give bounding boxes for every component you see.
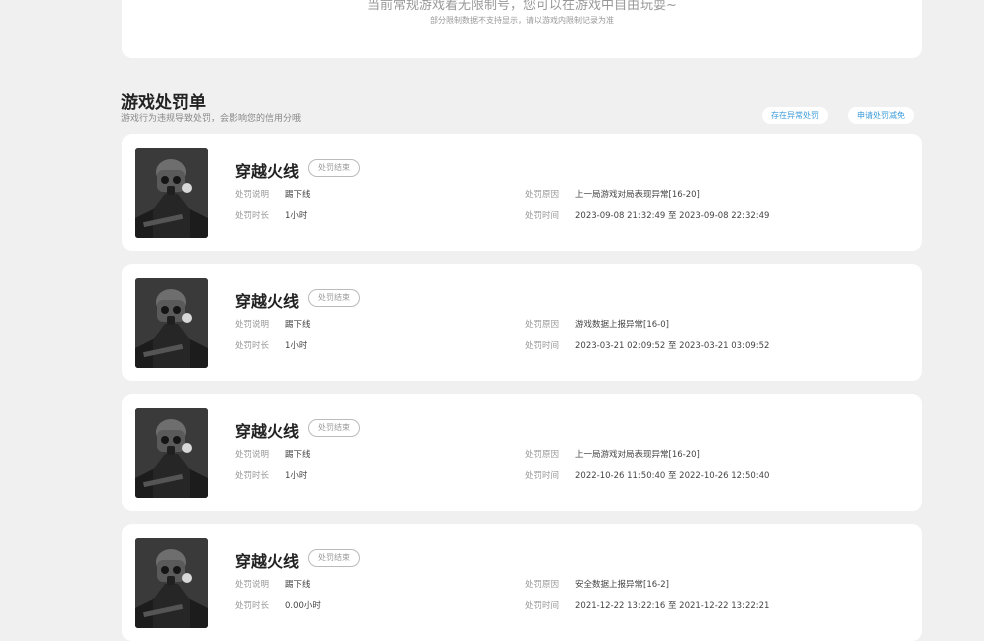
section-subtitle: 游戏行为违规导致处罚，会影响您的信用分哦 (121, 114, 302, 124)
penalty-card: 穿越火线 处罚结束 处罚说明 踢下线 处罚时长 1小时 处罚原因 游戏数据上报异常[1… (122, 264, 922, 381)
penalty-card: 穿越火线 处罚结束 处罚说明 踢下线 处罚时长 0.00小时 处罚原因 安全数据上报异… (122, 524, 922, 641)
status-message: 当前常规游戏着无限制号，您可以在游戏中自由玩耍~ (367, 0, 677, 13)
penalty-desc-value: 踢下线 (285, 580, 311, 590)
abnormal-penalty-button[interactable]: 存在异常处罚 (762, 107, 828, 124)
penalty-desc-label: 处罚说明 (235, 190, 270, 200)
penalty-time-value: 2022-10-26 11:50:40 至 2022-10-26 12:50:4… (575, 471, 770, 481)
penalty-time-value: 2023-03-21 02:09:52 至 2023-03-21 03:09:5… (575, 341, 770, 351)
game-name: 穿越火线 (235, 162, 300, 181)
appeal-penalty-button[interactable]: 申请处罚减免 (848, 107, 914, 124)
penalty-time-label: 处罚时间 (525, 341, 560, 351)
penalty-duration-row: 处罚时长 0.00小时 (235, 599, 321, 611)
penalty-desc-row: 处罚说明 踢下线 (235, 188, 311, 200)
section-title: 游戏处罚单 (121, 93, 206, 113)
penalty-desc-row: 处罚说明 踢下线 (235, 318, 311, 330)
game-thumbnail (135, 148, 208, 238)
status-badge: 处罚结束 (308, 289, 360, 307)
status-badge: 处罚结束 (308, 159, 360, 177)
penalty-reason-row: 处罚原因 上一局游戏对局表现异常[16-20] (525, 448, 700, 460)
status-badge: 处罚结束 (308, 419, 360, 437)
penalty-time-row: 处罚时间 2022-10-26 11:50:40 至 2022-10-26 12:… (525, 469, 769, 481)
penalty-reason-label: 处罚原因 (525, 320, 560, 330)
penalty-duration-row: 处罚时长 1小时 (235, 339, 307, 351)
penalty-duration-label: 处罚时长 (235, 601, 270, 611)
penalty-desc-value: 踢下线 (285, 190, 311, 200)
penalty-duration-value: 1小时 (285, 341, 308, 351)
game-name: 穿越火线 (235, 422, 300, 441)
penalty-desc-value: 踢下线 (285, 320, 311, 330)
game-name: 穿越火线 (235, 292, 300, 311)
penalty-reason-row: 处罚原因 安全数据上报异常[16-2] (525, 578, 669, 590)
penalty-duration-label: 处罚时长 (235, 341, 270, 351)
penalty-card: 穿越火线 处罚结束 处罚说明 踢下线 处罚时长 1小时 处罚原因 上一局游戏对局表现异… (122, 134, 922, 251)
penalty-duration-row: 处罚时长 1小时 (235, 209, 307, 221)
penalty-reason-label: 处罚原因 (525, 580, 560, 590)
penalty-time-label: 处罚时间 (525, 471, 560, 481)
penalty-card: 穿越火线 处罚结束 处罚说明 踢下线 处罚时长 1小时 处罚原因 上一局游戏对局表现异… (122, 394, 922, 511)
penalty-reason-label: 处罚原因 (525, 450, 560, 460)
penalty-reason-row: 处罚原因 游戏数据上报异常[16-0] (525, 318, 669, 330)
penalty-desc-row: 处罚说明 踢下线 (235, 448, 311, 460)
penalty-time-label: 处罚时间 (525, 211, 560, 221)
game-thumbnail (135, 538, 208, 628)
game-thumbnail (135, 408, 208, 498)
status-note: 部分限制数据不支持显示，请以游戏内限制记录为准 (430, 16, 614, 25)
penalty-desc-value: 踢下线 (285, 450, 311, 460)
penalty-time-row: 处罚时间 2023-03-21 02:09:52 至 2023-03-21 03:… (525, 339, 769, 351)
penalty-time-value: 2023-09-08 21:32:49 至 2023-09-08 22:32:4… (575, 211, 770, 221)
penalty-duration-label: 处罚时长 (235, 471, 270, 481)
penalty-reason-row: 处罚原因 上一局游戏对局表现异常[16-20] (525, 188, 700, 200)
penalty-time-value: 2021-12-22 13:22:16 至 2021-12-22 13:22:2… (575, 601, 770, 611)
penalty-reason-value: 安全数据上报异常[16-2] (575, 580, 669, 590)
penalty-time-label: 处罚时间 (525, 601, 560, 611)
game-name: 穿越火线 (235, 552, 300, 571)
penalty-desc-label: 处罚说明 (235, 320, 270, 330)
game-thumbnail (135, 278, 208, 368)
status-badge: 处罚结束 (308, 549, 360, 567)
penalty-reason-value: 上一局游戏对局表现异常[16-20] (575, 450, 700, 460)
status-card: 当前常规游戏着无限制号，您可以在游戏中自由玩耍~ 部分限制数据不支持显示，请以游… (122, 0, 922, 58)
penalty-duration-value: 0.00小时 (285, 601, 321, 611)
penalty-desc-label: 处罚说明 (235, 580, 270, 590)
penalty-duration-value: 1小时 (285, 471, 308, 481)
penalty-reason-value: 游戏数据上报异常[16-0] (575, 320, 669, 330)
penalty-duration-value: 1小时 (285, 211, 308, 221)
penalty-time-row: 处罚时间 2021-12-22 13:22:16 至 2021-12-22 13:… (525, 599, 769, 611)
penalty-duration-row: 处罚时长 1小时 (235, 469, 307, 481)
penalty-reason-label: 处罚原因 (525, 190, 560, 200)
penalty-time-row: 处罚时间 2023-09-08 21:32:49 至 2023-09-08 22:… (525, 209, 769, 221)
penalty-duration-label: 处罚时长 (235, 211, 270, 221)
penalty-desc-row: 处罚说明 踢下线 (235, 578, 311, 590)
penalty-reason-value: 上一局游戏对局表现异常[16-20] (575, 190, 700, 200)
penalty-desc-label: 处罚说明 (235, 450, 270, 460)
